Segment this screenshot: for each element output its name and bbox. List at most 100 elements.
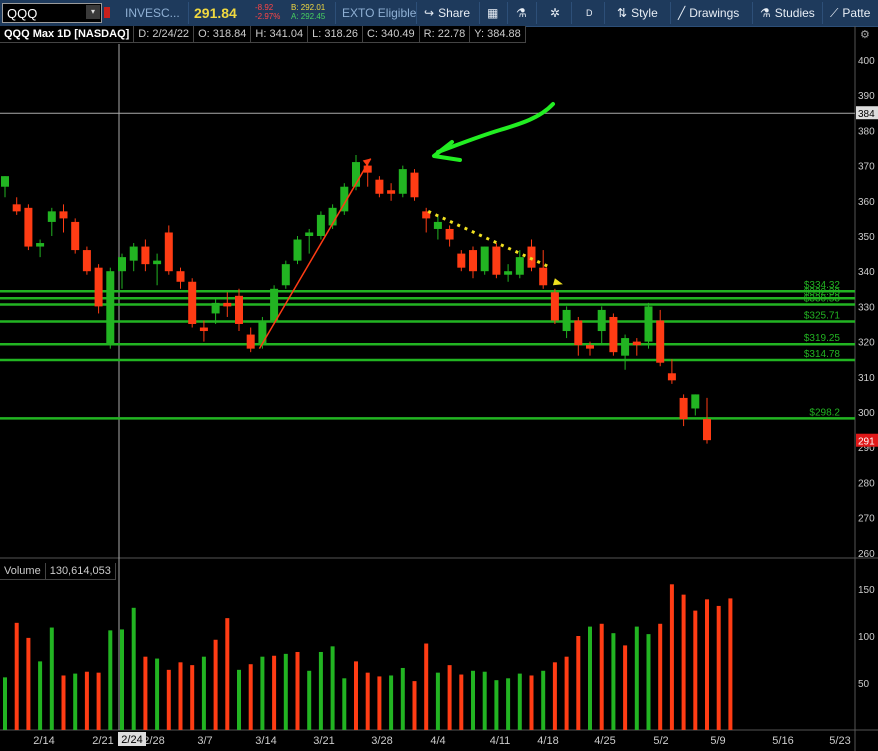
candle bbox=[457, 250, 466, 272]
chart-title: QQQ Max 1D [NASDAQ] bbox=[0, 26, 135, 43]
volume-bar bbox=[599, 623, 604, 730]
price-tick-label: 390 bbox=[858, 91, 875, 102]
volume-bar bbox=[517, 673, 522, 730]
candle bbox=[562, 306, 571, 339]
x-tick-label: 2/14 bbox=[33, 735, 54, 747]
x-tick-label: 5/23 bbox=[829, 735, 850, 747]
volume-bar bbox=[365, 672, 370, 730]
volume-bar bbox=[225, 618, 230, 730]
x-tick-label: 4/18 bbox=[537, 735, 558, 747]
volume-bar bbox=[412, 681, 417, 730]
x-tick-label: 3/7 bbox=[197, 735, 212, 747]
candle bbox=[305, 228, 314, 254]
candle-body bbox=[258, 320, 267, 346]
candle-body bbox=[539, 267, 548, 286]
candle bbox=[656, 309, 665, 367]
price-tick-label: 260 bbox=[858, 549, 875, 560]
volume-bar bbox=[131, 607, 136, 730]
candle-body bbox=[153, 260, 162, 265]
volume-bar bbox=[272, 655, 277, 730]
volume-bar bbox=[716, 605, 721, 730]
candle bbox=[410, 169, 419, 201]
candle bbox=[621, 334, 630, 370]
price-tick-label: 350 bbox=[858, 232, 875, 243]
volume-tick-label: 100 bbox=[858, 632, 875, 643]
chart-canvas[interactable]: $334.32$332.33$330.53$325.71$319.25$314.… bbox=[0, 0, 878, 751]
candle-body bbox=[223, 302, 232, 307]
volume-bar bbox=[248, 664, 253, 730]
candle bbox=[1, 176, 9, 198]
volume-bar bbox=[96, 672, 101, 730]
candle-body bbox=[527, 246, 536, 268]
volume-bar bbox=[3, 677, 7, 730]
support-label: $314.78 bbox=[804, 349, 841, 360]
x-tick-label: 5/16 bbox=[772, 735, 793, 747]
candle-body bbox=[59, 211, 68, 219]
candle bbox=[164, 225, 173, 275]
price-tick-label: 300 bbox=[858, 408, 875, 419]
volume-bar bbox=[693, 610, 698, 730]
candle bbox=[363, 162, 372, 187]
candle bbox=[24, 204, 33, 251]
x-tick-label: 2/21 bbox=[92, 735, 113, 747]
volume-bar bbox=[166, 669, 171, 730]
volume-bar bbox=[482, 671, 487, 730]
candle-body bbox=[457, 253, 466, 268]
volume-bar bbox=[84, 671, 89, 730]
volume-bar bbox=[155, 658, 160, 730]
candle bbox=[632, 338, 641, 356]
candle-body bbox=[410, 172, 419, 198]
volume-bar bbox=[588, 626, 592, 730]
price-tick-label: 280 bbox=[858, 478, 875, 489]
candle bbox=[644, 302, 653, 349]
price-tick-label: 320 bbox=[858, 338, 875, 349]
candle bbox=[153, 253, 162, 286]
support-label: $319.25 bbox=[804, 333, 841, 344]
volume-bar bbox=[646, 634, 651, 730]
price-tick-label: 340 bbox=[858, 267, 875, 278]
candle bbox=[515, 250, 524, 279]
x-tick-label: 4/25 bbox=[594, 735, 615, 747]
volume-bar bbox=[506, 678, 511, 730]
volume-value: 130,614,053 bbox=[45, 563, 116, 580]
candle-body bbox=[270, 288, 279, 321]
volume-bar bbox=[728, 598, 733, 730]
candle-body bbox=[106, 271, 115, 346]
price-tick-label: 380 bbox=[858, 126, 875, 137]
candle-body bbox=[492, 246, 501, 275]
candle bbox=[176, 267, 185, 289]
volume-bar bbox=[471, 670, 475, 730]
last-price-label: 291 bbox=[858, 437, 875, 448]
candle-body bbox=[445, 228, 454, 240]
chart-settings-icon[interactable]: ⚙ bbox=[860, 28, 874, 42]
candle bbox=[597, 306, 606, 346]
candle-body bbox=[71, 221, 80, 251]
chart-header: QQQ Max 1D [NASDAQ] D: 2/24/22 O: 318.84… bbox=[0, 26, 526, 43]
price-tick-label: 310 bbox=[858, 373, 875, 384]
candle-body bbox=[293, 239, 302, 261]
candle-body bbox=[47, 211, 56, 222]
candle bbox=[129, 243, 138, 272]
candle-body bbox=[141, 246, 150, 265]
candle bbox=[141, 239, 150, 272]
volume-bar bbox=[307, 670, 312, 730]
candle bbox=[550, 288, 559, 324]
candle-body bbox=[316, 214, 325, 236]
candle-body bbox=[211, 302, 220, 314]
candle bbox=[281, 260, 290, 289]
support-label: $298.2 bbox=[809, 407, 840, 418]
price-tick-label: 370 bbox=[858, 162, 875, 173]
price-tick-label: 270 bbox=[858, 514, 875, 525]
volume-bar bbox=[435, 672, 440, 730]
candle bbox=[36, 239, 45, 258]
candle-body bbox=[176, 271, 185, 282]
support-label: $325.71 bbox=[804, 311, 841, 322]
candle bbox=[375, 176, 384, 198]
volume-bar bbox=[494, 680, 499, 730]
candle bbox=[574, 316, 583, 356]
volume-bar bbox=[190, 665, 195, 730]
candle bbox=[188, 278, 197, 328]
volume-bar bbox=[318, 651, 323, 730]
candle-body bbox=[515, 257, 524, 275]
header-low: L: 318.26 bbox=[308, 26, 363, 43]
